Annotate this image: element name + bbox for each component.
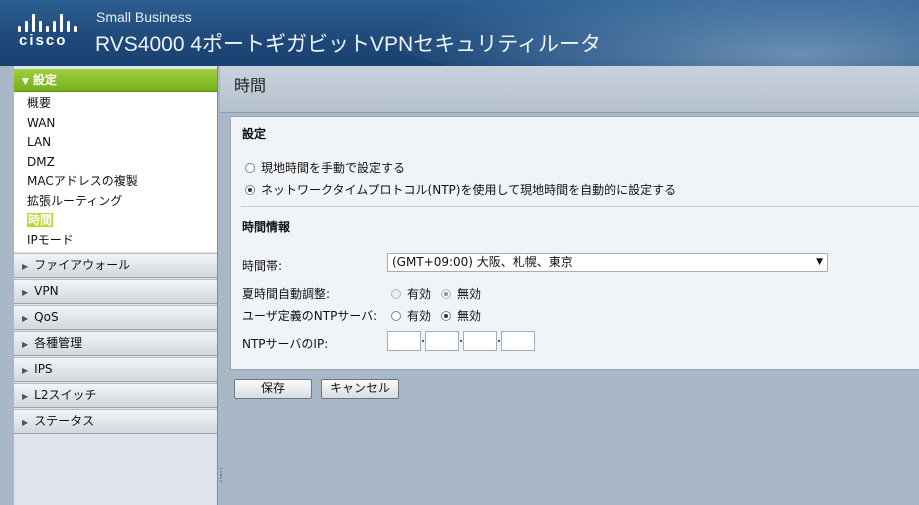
- chevron-right-icon: ▶: [22, 288, 29, 297]
- sidebar-item-dmz[interactable]: DMZ: [14, 153, 217, 173]
- resize-grip-icon[interactable]: ⋮ ⋮: [216, 468, 226, 500]
- settings-heading: 設定: [242, 127, 267, 141]
- sidebar-item-mac-clone[interactable]: MACアドレスの複製: [14, 172, 217, 192]
- settings-submenu: 概要 WAN LAN DMZ MACアドレスの複製 拡張ルーティング 時間 IP…: [14, 92, 217, 252]
- manual-time-option[interactable]: 現地時間を手動で設定する: [245, 159, 405, 176]
- sidebar-group-vpn[interactable]: ▶ VPN: [14, 279, 217, 304]
- cisco-wordmark: cisco: [19, 32, 68, 49]
- ip-separator-dot: [422, 340, 424, 342]
- sidebar-item-overview[interactable]: 概要: [14, 94, 217, 114]
- ntp-ip-octet-2[interactable]: [425, 331, 459, 351]
- chevron-right-icon: ▶: [22, 262, 29, 271]
- page-title-bar: 時間: [220, 66, 919, 113]
- sidebar-section-label: 設定: [32, 73, 57, 87]
- timezone-select[interactable]: (GMT+09:00) 大阪、札幌、東京 ▼: [387, 253, 828, 272]
- sidebar-item-wan[interactable]: WAN: [14, 114, 217, 134]
- chevron-right-icon: ▶: [22, 392, 29, 401]
- sidebar-group-l2-switch[interactable]: ▶ L2スイッチ: [14, 383, 217, 408]
- sidebar-item-lan[interactable]: LAN: [14, 133, 217, 153]
- time-info-heading: 時間情報: [242, 220, 291, 234]
- ntp-ip-octet-3[interactable]: [463, 331, 497, 351]
- product-title: RVS4000 4ポートギガビットVPNセキュリティルータ: [95, 33, 601, 56]
- ntp-ip-octet-1[interactable]: [387, 331, 421, 351]
- chevron-right-icon: ▶: [22, 366, 29, 375]
- page-title: 時間: [234, 76, 267, 95]
- ntp-time-option[interactable]: ネットワークタイムプロトコル(NTP)を使用して現地時間を自動的に設定する: [245, 181, 676, 198]
- sidebar-group-administration[interactable]: ▶ 各種管理: [14, 331, 217, 356]
- sidebar-group-ips[interactable]: ▶ IPS: [14, 357, 217, 382]
- user-ntp-disable-radio[interactable]: [441, 310, 451, 321]
- chevron-right-icon: ▶: [22, 314, 29, 323]
- dst-disable-label: 無効: [457, 287, 482, 301]
- ntp-ip-label: NTPサーバのIP:: [242, 337, 329, 351]
- sidebar-item-advanced-routing[interactable]: 拡張ルーティング: [14, 192, 217, 212]
- dst-enable-radio[interactable]: [391, 288, 401, 299]
- sidebar-item-ip-mode[interactable]: IPモード: [14, 231, 217, 251]
- save-button[interactable]: 保存: [234, 379, 312, 399]
- user-ntp-enable-radio[interactable]: [391, 310, 401, 321]
- chevron-right-icon: ▶: [22, 418, 29, 427]
- dst-enable-label: 有効: [407, 287, 432, 301]
- sidebar-item-time[interactable]: 時間: [14, 211, 217, 231]
- user-ntp-enable-option[interactable]: 有効: [391, 307, 431, 324]
- cisco-logo: cisco: [18, 12, 82, 52]
- manual-time-radio[interactable]: [245, 162, 255, 173]
- dst-disable-radio[interactable]: [441, 288, 451, 299]
- section-divider: [241, 206, 919, 207]
- dst-disable-option[interactable]: 無効: [441, 285, 481, 302]
- ip-separator-dot: [460, 340, 462, 342]
- brand-subtitle: Small Business: [96, 9, 192, 25]
- dropdown-arrow-icon: ▼: [816, 257, 823, 267]
- cancel-button[interactable]: キャンセル: [321, 379, 399, 399]
- dst-label: 夏時間自動調整:: [242, 287, 331, 301]
- user-ntp-disable-label: 無効: [457, 309, 482, 323]
- user-ntp-enable-label: 有効: [407, 309, 432, 323]
- sidebar-section-settings[interactable]: ▼ 設定: [14, 69, 217, 92]
- sidebar-group-firewall[interactable]: ▶ ファイアウォール: [14, 253, 217, 278]
- sidebar: ▼ 設定 概要 WAN LAN DMZ MACアドレスの複製 拡張ルーティング 時…: [14, 66, 218, 505]
- user-ntp-label: ユーザ定義のNTPサーバ:: [242, 309, 378, 323]
- sidebar-group-status[interactable]: ▶ ステータス: [14, 409, 217, 434]
- dst-enable-option[interactable]: 有効: [391, 285, 431, 302]
- chevron-right-icon: ▶: [22, 340, 29, 349]
- ntp-time-radio[interactable]: [245, 184, 255, 195]
- cisco-bars-icon: [18, 12, 80, 32]
- settings-panel: 設定 現地時間を手動で設定する ネットワークタイムプロトコル(NTP)を使用して…: [230, 116, 919, 370]
- ntp-time-label: ネットワークタイムプロトコル(NTP)を使用して現地時間を自動的に設定する: [261, 183, 677, 197]
- app-header: cisco Small Business RVS4000 4ポートギガビットVP…: [0, 0, 919, 66]
- chevron-down-icon: ▼: [22, 77, 29, 87]
- sidebar-group-qos[interactable]: ▶ QoS: [14, 305, 217, 330]
- manual-time-label: 現地時間を手動で設定する: [261, 161, 406, 175]
- ip-separator-dot: [498, 340, 500, 342]
- timezone-label: 時間帯:: [242, 259, 283, 273]
- user-ntp-disable-option[interactable]: 無効: [441, 307, 481, 324]
- timezone-value: (GMT+09:00) 大阪、札幌、東京: [392, 255, 573, 269]
- ntp-ip-octet-4[interactable]: [501, 331, 535, 351]
